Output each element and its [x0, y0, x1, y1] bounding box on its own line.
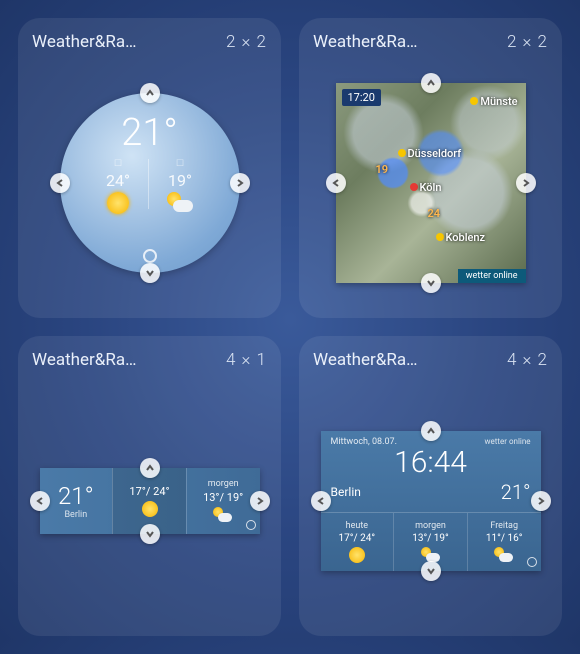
resize-handle-right[interactable]	[516, 173, 536, 193]
sun-icon	[107, 192, 129, 214]
partly-cloudy-icon	[213, 507, 233, 523]
resize-handle-bottom[interactable]	[140, 263, 160, 283]
widget-tile-circle[interactable]: Weather&Ra… 2 × 2 21° ☐ 24° ☐	[18, 18, 281, 318]
weather-panel-widget[interactable]: Mittwoch, 08.07. wetter online 16:44 Ber…	[321, 431, 541, 571]
panel-col-temps: 11°/ 16°	[486, 533, 523, 544]
resize-handle-bottom[interactable]	[421, 273, 441, 293]
resize-handle-left[interactable]	[30, 491, 50, 511]
partly-cloudy-icon	[167, 192, 193, 212]
tile-title: Weather&Ra…	[313, 350, 417, 370]
gear-icon[interactable]	[143, 249, 157, 263]
tomorrow-icon-label: ☐	[176, 159, 184, 169]
weather-circle-widget[interactable]: 21° ☐ 24° ☐ 19°	[60, 93, 240, 273]
panel-col-temps: 17°/ 24°	[339, 533, 376, 544]
panel-col-temps: 13°/ 19°	[412, 533, 449, 544]
map-city-dusseldorf: Düsseldorf	[398, 147, 462, 160]
tile-title: Weather&Ra…	[313, 32, 417, 52]
bar-current-temp: 21°	[58, 482, 94, 510]
sun-icon	[349, 547, 365, 563]
map-city-koblenz: Koblenz	[436, 231, 486, 244]
map-temp-2: 24	[428, 207, 441, 220]
tile-title: Weather&Ra…	[32, 32, 136, 52]
sun-icon	[142, 501, 158, 517]
panel-city: Berlin	[331, 485, 361, 499]
tile-header: Weather&Ra… 2 × 2	[313, 32, 548, 52]
partly-cloudy-icon	[494, 547, 514, 563]
tile-header: Weather&Ra… 4 × 1	[32, 350, 267, 370]
resize-handle-top[interactable]	[421, 73, 441, 93]
resize-handle-bottom[interactable]	[140, 524, 160, 544]
gear-icon[interactable]	[527, 557, 537, 567]
resize-handle-right[interactable]	[250, 491, 270, 511]
resize-handle-right[interactable]	[531, 491, 551, 511]
widget-tile-panel[interactable]: Weather&Ra… 4 × 2 Mittwoch, 08.07. wette…	[299, 336, 562, 636]
tile-size: 4 × 2	[507, 350, 548, 370]
widget-tile-bar[interactable]: Weather&Ra… 4 × 1 21° Berlin 17°/ 24° mo…	[18, 336, 281, 636]
today-icon-label: ☐	[114, 159, 122, 169]
panel-col-label: Freitag	[490, 521, 518, 531]
tomorrow-low: 19°	[168, 171, 192, 190]
map-timestamp: 17:20	[342, 89, 381, 106]
resize-handle-left[interactable]	[311, 491, 331, 511]
resize-handle-bottom[interactable]	[421, 561, 441, 581]
panel-time: 16:44	[331, 445, 531, 480]
panel-brand: wetter online	[485, 437, 531, 446]
divider	[148, 159, 149, 209]
map-temp-1: 19	[376, 163, 389, 176]
tile-size: 4 × 1	[226, 350, 267, 370]
bar-tomorrow-label: morgen	[208, 479, 239, 489]
resize-handle-top[interactable]	[421, 421, 441, 441]
bar-city: Berlin	[64, 510, 87, 520]
panel-col-label: morgen	[415, 521, 446, 531]
resize-handle-top[interactable]	[140, 83, 160, 103]
resize-handle-top[interactable]	[140, 458, 160, 478]
today-high: 24°	[106, 171, 130, 190]
map-brand: wetter online	[458, 269, 526, 283]
map-city-koln: Köln	[410, 181, 442, 194]
panel-current-temp: 21°	[501, 480, 531, 504]
current-temperature: 21°	[121, 111, 178, 155]
tile-header: Weather&Ra… 2 × 2	[32, 32, 267, 52]
resize-handle-left[interactable]	[326, 173, 346, 193]
tile-size: 2 × 2	[507, 32, 548, 52]
map-city-munster: Münste	[470, 95, 517, 108]
tile-title: Weather&Ra…	[32, 350, 136, 370]
bar-tomorrow-temps: 13°/ 19°	[203, 491, 243, 504]
tile-size: 2 × 2	[226, 32, 267, 52]
resize-handle-right[interactable]	[230, 173, 250, 193]
panel-col-label: heute	[346, 521, 368, 531]
resize-handle-left[interactable]	[50, 173, 70, 193]
radar-map-widget[interactable]: 17:20 Münste Düsseldorf 19 Köln 24 Koble…	[336, 83, 526, 283]
widget-tile-map[interactable]: Weather&Ra… 2 × 2 17:20 Münste Düsseldor…	[299, 18, 562, 318]
bar-today-temps: 17°/ 24°	[129, 485, 169, 498]
gear-icon[interactable]	[246, 520, 256, 530]
tile-header: Weather&Ra… 4 × 2	[313, 350, 548, 370]
